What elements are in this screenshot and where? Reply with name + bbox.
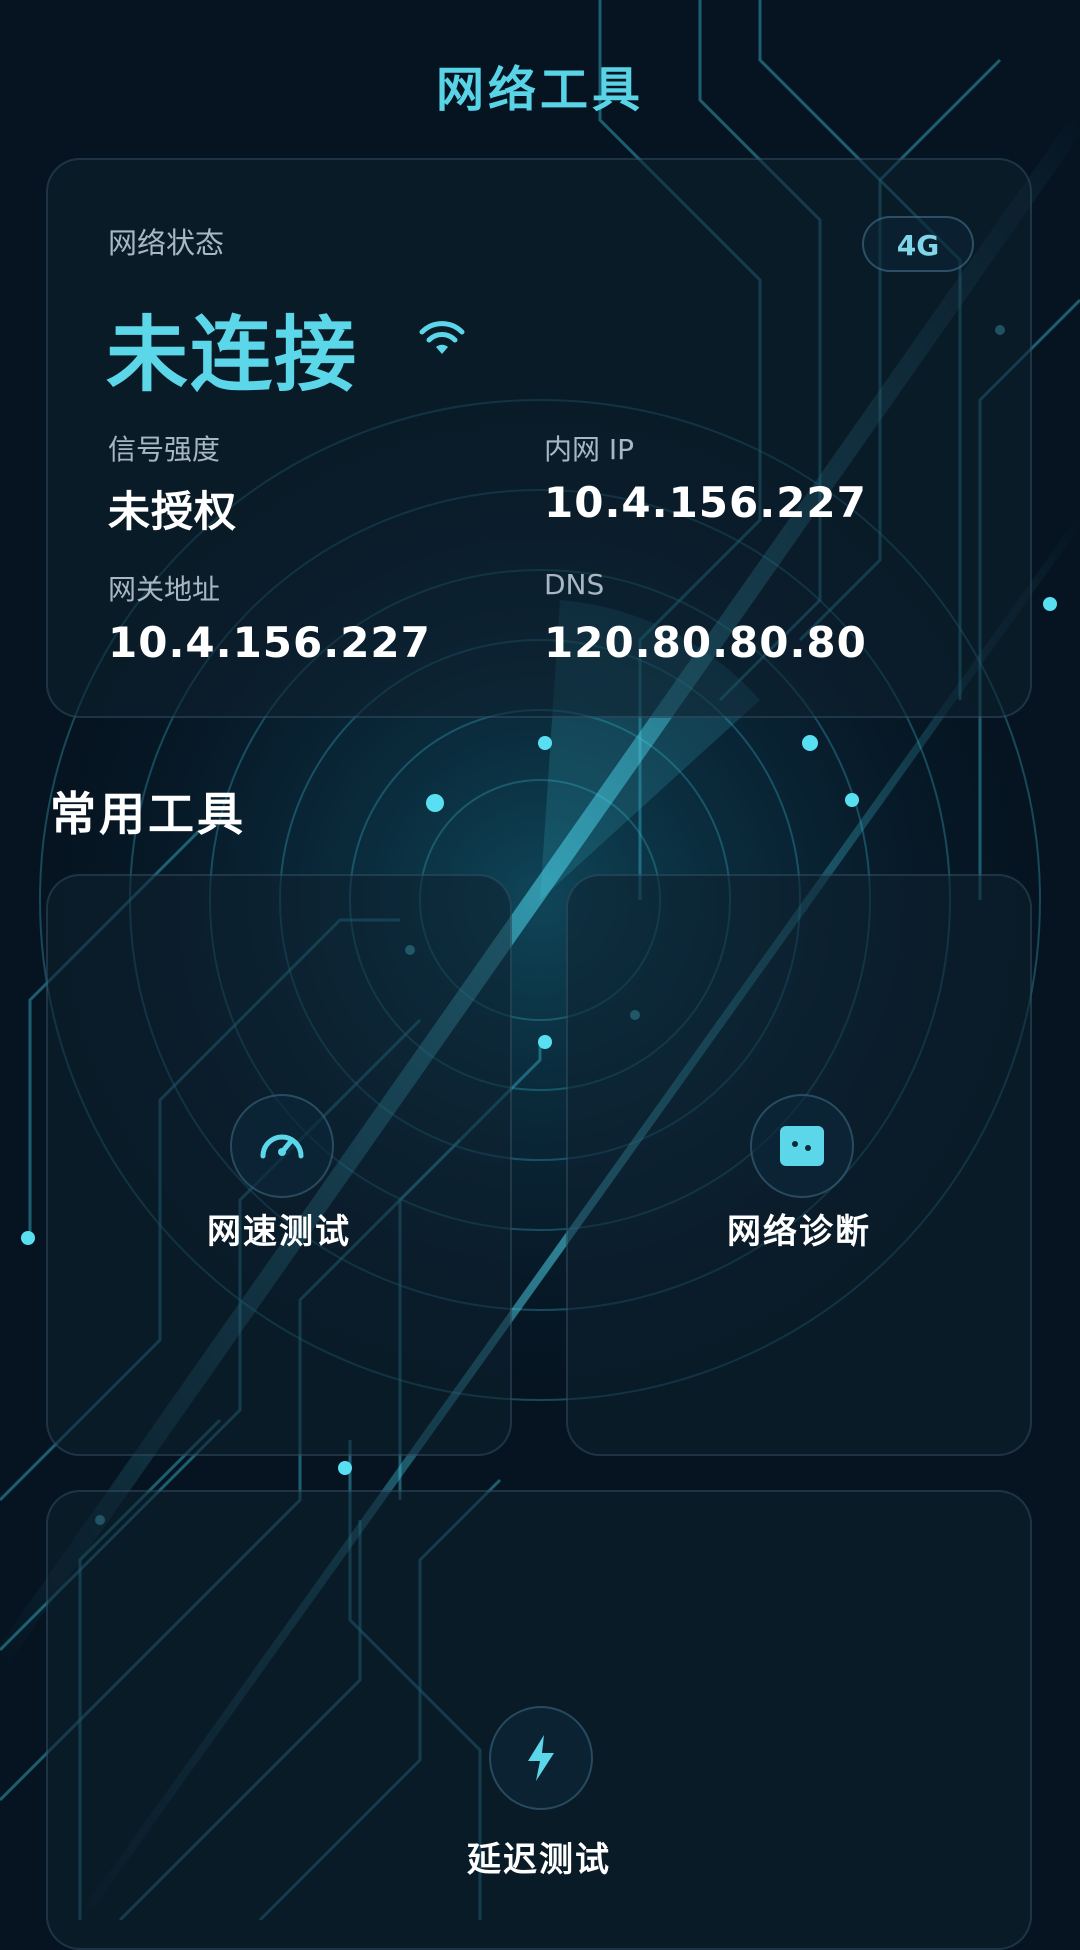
signal-strength-label: 信号强度 bbox=[108, 433, 221, 466]
network-diagnosis-button[interactable]: 网络诊断 bbox=[566, 874, 1032, 1456]
speed-test-button[interactable]: 网速测试 bbox=[46, 874, 512, 1456]
gateway-address-value: 10.4.156.227 bbox=[108, 618, 431, 667]
common-tools-title: 常用工具 bbox=[50, 787, 246, 841]
latency-test-label: 延迟测试 bbox=[467, 1840, 611, 1880]
intranet-ip-value: 10.4.156.227 bbox=[544, 478, 867, 527]
signal-strength-value: 未授权 bbox=[108, 487, 238, 536]
app-title: 网络工具 bbox=[435, 62, 644, 118]
network-type-badge: 4G bbox=[862, 216, 974, 272]
diagnostic-icon-badge bbox=[750, 1094, 854, 1198]
lightning-icon bbox=[528, 1735, 554, 1781]
gateway-address-label: 网关地址 bbox=[108, 573, 221, 606]
speedometer-icon-badge bbox=[230, 1094, 334, 1198]
network-status-label: 网络状态 bbox=[108, 226, 225, 260]
speed-test-label: 网速测试 bbox=[207, 1212, 351, 1252]
dns-value: 120.80.80.80 bbox=[544, 618, 867, 667]
connection-status-value: 未连接 bbox=[106, 308, 359, 403]
latency-test-button[interactable]: 延迟测试 bbox=[46, 1490, 1032, 1950]
dns-label: DNS bbox=[544, 568, 605, 601]
network-diagnosis-label: 网络诊断 bbox=[727, 1212, 871, 1252]
diagnostic-icon bbox=[780, 1126, 824, 1166]
lightning-icon-badge bbox=[489, 1706, 593, 1810]
intranet-ip-label: 内网 IP bbox=[544, 433, 635, 466]
network-status-card: 网络状态 4G 未连接 信号强度 未授权 内网 IP 10.4.156.227 … bbox=[46, 158, 1032, 718]
speedometer-icon bbox=[260, 1134, 304, 1159]
wifi-icon bbox=[419, 321, 465, 354]
